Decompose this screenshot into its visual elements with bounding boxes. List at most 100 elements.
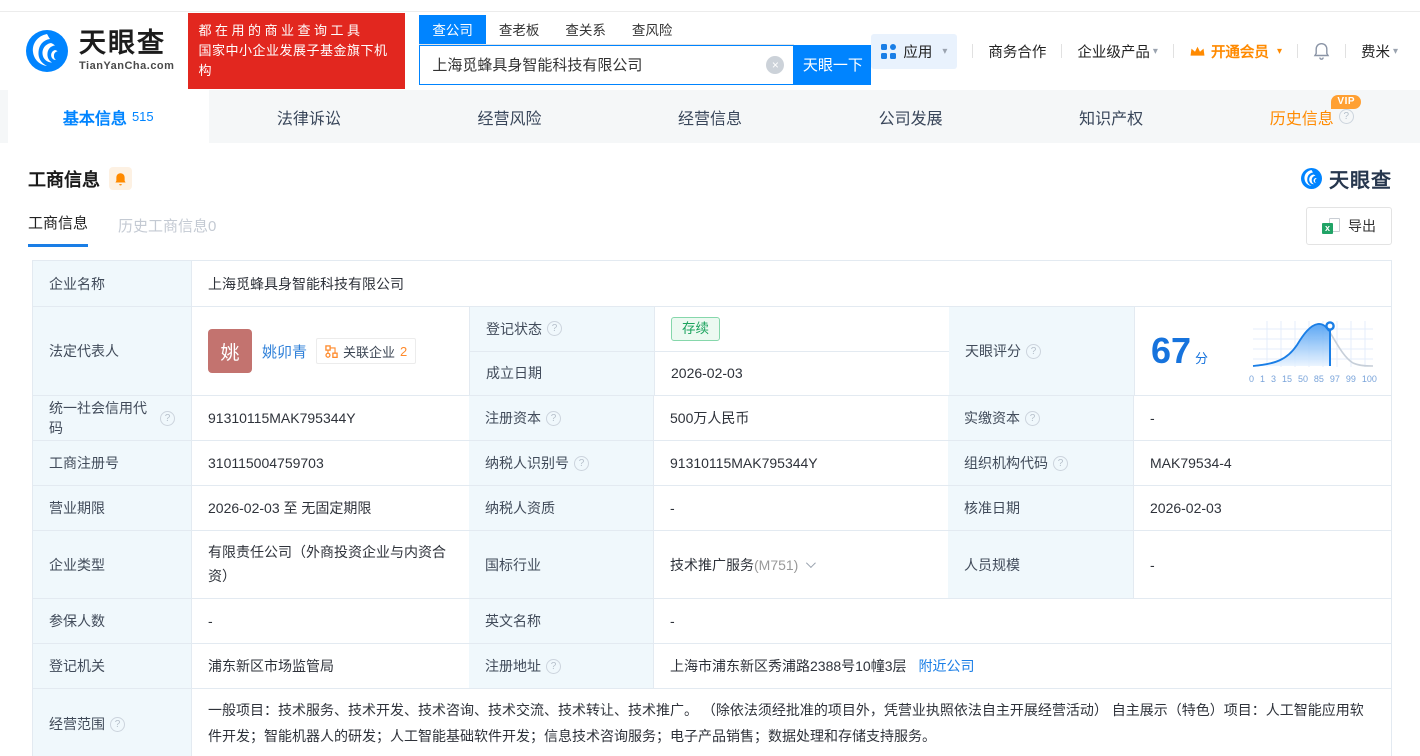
divider xyxy=(972,44,973,58)
field-label: 纳税人资质 xyxy=(469,486,653,530)
table-row: 法定代表人 姚 姚卯青 关联企业 2 登记状态 ? xyxy=(33,306,1391,395)
tab-label: 历史信息 xyxy=(1270,105,1334,129)
industry-value: 技术推广服务 (M751) xyxy=(653,531,948,598)
field-label: 注册资本? xyxy=(469,396,653,440)
cooperation-link[interactable]: 商务合作 xyxy=(988,41,1046,62)
search-button[interactable]: 天眼一下 xyxy=(794,45,871,85)
tianyancha-swirl-icon xyxy=(1300,167,1323,190)
help-icon[interactable]: ? xyxy=(574,456,589,471)
field-label: 国标行业 xyxy=(469,531,653,598)
search-input[interactable] xyxy=(419,45,794,85)
field-label: 统一社会信用代码? xyxy=(33,396,191,440)
export-button[interactable]: x 导出 xyxy=(1306,207,1392,245)
help-icon[interactable]: ? xyxy=(1026,344,1041,359)
chevron-down-icon: ▾ xyxy=(942,46,947,57)
chevron-down-icon: ▾ xyxy=(1277,46,1282,57)
notification-bell-icon[interactable] xyxy=(1313,42,1330,60)
tab-company-development[interactable]: 公司发展 xyxy=(810,90,1011,143)
org-code-value: MAK79534-4 xyxy=(1133,441,1391,485)
vip-upgrade-menu[interactable]: 开通会员 ▾ xyxy=(1189,41,1282,62)
help-icon[interactable]: ? xyxy=(1339,109,1354,124)
company-type-value: 有限责任公司（外商投资企业与内资合资） xyxy=(191,531,469,598)
business-term-value: 2026-02-03 至 无固定期限 xyxy=(191,486,469,530)
chevron-down-icon[interactable] xyxy=(806,558,816,568)
help-icon[interactable]: ? xyxy=(1053,456,1068,471)
subtab-business-info[interactable]: 工商信息 xyxy=(28,212,88,247)
logo-domain: TianYanCha.com xyxy=(79,60,174,72)
promo-banner: 都在用的商业查询工具 国家中小企业发展子基金旗下机构 xyxy=(188,13,405,89)
tab-label: 法律诉讼 xyxy=(277,105,341,129)
reg-address-value: 上海市浦东新区秀浦路2388号10幢3层 xyxy=(670,656,907,676)
field-label: 纳税人识别号? xyxy=(469,441,653,485)
subscribe-bell-icon[interactable] xyxy=(109,167,132,190)
table-row: 营业期限 2026-02-03 至 无固定期限 纳税人资质 - 核准日期 202… xyxy=(33,485,1391,530)
tab-count: 515 xyxy=(132,109,154,124)
reg-status-cell: 存续 xyxy=(654,307,949,351)
search-tab-risk[interactable]: 查风险 xyxy=(619,15,686,44)
avatar[interactable]: 姚 xyxy=(208,329,252,373)
user-menu[interactable]: 费米 ▾ xyxy=(1361,41,1398,62)
header-nav: 应用 ▾ 商务合作 企业级产品 ▾ 开通会员 ▾ 费米 ▾ xyxy=(871,34,1398,69)
chevron-down-icon: ▾ xyxy=(1153,46,1158,57)
subtab-history-business-info[interactable]: 历史工商信息0 xyxy=(118,215,216,247)
approval-date-value: 2026-02-03 xyxy=(1133,486,1391,530)
search-tab-company[interactable]: 查公司 xyxy=(419,15,486,44)
help-icon[interactable]: ? xyxy=(1025,411,1040,426)
field-label: 核准日期 xyxy=(948,486,1133,530)
help-icon[interactable]: ? xyxy=(110,717,125,732)
reg-address-cell: 上海市浦东新区秀浦路2388号10幢3层 附近公司 xyxy=(653,644,1391,688)
apps-menu[interactable]: 应用 ▾ xyxy=(871,34,957,69)
tab-label: 知识产权 xyxy=(1079,105,1143,129)
related-label: 关联企业 xyxy=(343,342,395,361)
field-label: 参保人数 xyxy=(33,599,191,643)
subtab-count: 0 xyxy=(208,218,216,235)
tab-operation-risk[interactable]: 经营风险 xyxy=(409,90,610,143)
related-companies-badge[interactable]: 关联企业 2 xyxy=(316,338,416,364)
divider xyxy=(1061,44,1062,58)
legal-rep-link[interactable]: 姚卯青 xyxy=(262,341,307,362)
field-label: 组织机构代码? xyxy=(948,441,1133,485)
related-count: 2 xyxy=(400,344,407,359)
establish-date-value: 2026-02-03 xyxy=(654,352,949,396)
help-icon[interactable]: ? xyxy=(547,321,562,336)
top-strip xyxy=(0,0,1420,12)
tab-history-info[interactable]: VIP 历史信息 ? xyxy=(1211,90,1412,143)
score-cell: 67分 xyxy=(1134,307,1391,395)
search-tab-relation[interactable]: 查关系 xyxy=(552,15,619,44)
enterprise-label: 企业级产品 xyxy=(1077,41,1150,62)
credit-code-value: 91310115MAK795344Y xyxy=(191,396,469,440)
staff-size-value: - xyxy=(1133,531,1391,598)
help-icon[interactable]: ? xyxy=(546,411,561,426)
tab-operation-info[interactable]: 经营信息 xyxy=(610,90,811,143)
table-row: 工商注册号 310115004759703 纳税人识别号? 91310115MA… xyxy=(33,440,1391,485)
nearby-companies-link[interactable]: 附近公司 xyxy=(919,656,975,676)
search-tab-boss[interactable]: 查老板 xyxy=(486,15,553,44)
table-row: 企业名称 上海觅蜂具身智能科技有限公司 xyxy=(33,261,1391,306)
tab-label: 经营信息 xyxy=(678,105,742,129)
tab-basic-info[interactable]: 基本信息 515 xyxy=(8,90,209,143)
tianyancha-logo[interactable]: 天眼查 TianYanCha.com xyxy=(24,28,174,74)
help-icon[interactable]: ? xyxy=(160,411,175,426)
field-label: 营业期限 xyxy=(33,486,191,530)
score-value: 67 xyxy=(1151,330,1191,371)
company-detail-tabs: 基本信息 515 法律诉讼 经营风险 经营信息 公司发展 知识产权 VIP 历史… xyxy=(0,90,1420,143)
tab-legal-litigation[interactable]: 法律诉讼 xyxy=(209,90,410,143)
watermark-logo: 天眼查 xyxy=(1300,164,1392,193)
field-label: 登记状态 ? xyxy=(470,307,654,351)
field-label: 天眼评分 ? xyxy=(949,307,1134,395)
english-name-value: - xyxy=(653,599,1391,643)
clear-icon[interactable]: × xyxy=(766,56,784,74)
field-label: 登记机关 xyxy=(33,644,191,688)
table-row: 登记机关 浦东新区市场监管局 注册地址? 上海市浦东新区秀浦路2388号10幢3… xyxy=(33,643,1391,688)
table-row: 企业类型 有限责任公司（外商投资企业与内资合资） 国标行业 技术推广服务 (M7… xyxy=(33,530,1391,598)
vip-badge: VIP xyxy=(1331,95,1361,109)
score-chart-ticks: 0131550859799100 xyxy=(1249,374,1377,384)
tab-intellectual-property[interactable]: 知识产权 xyxy=(1011,90,1212,143)
enterprise-products-menu[interactable]: 企业级产品 ▾ xyxy=(1077,41,1158,62)
insured-count-value: - xyxy=(191,599,469,643)
legal-rep-cell: 姚 姚卯青 关联企业 2 xyxy=(191,307,469,395)
help-icon[interactable]: ? xyxy=(546,659,561,674)
company-name-value: 上海觅蜂具身智能科技有限公司 xyxy=(191,261,1391,306)
section-title: 工商信息 xyxy=(28,166,100,192)
field-label: 企业名称 xyxy=(33,261,191,306)
